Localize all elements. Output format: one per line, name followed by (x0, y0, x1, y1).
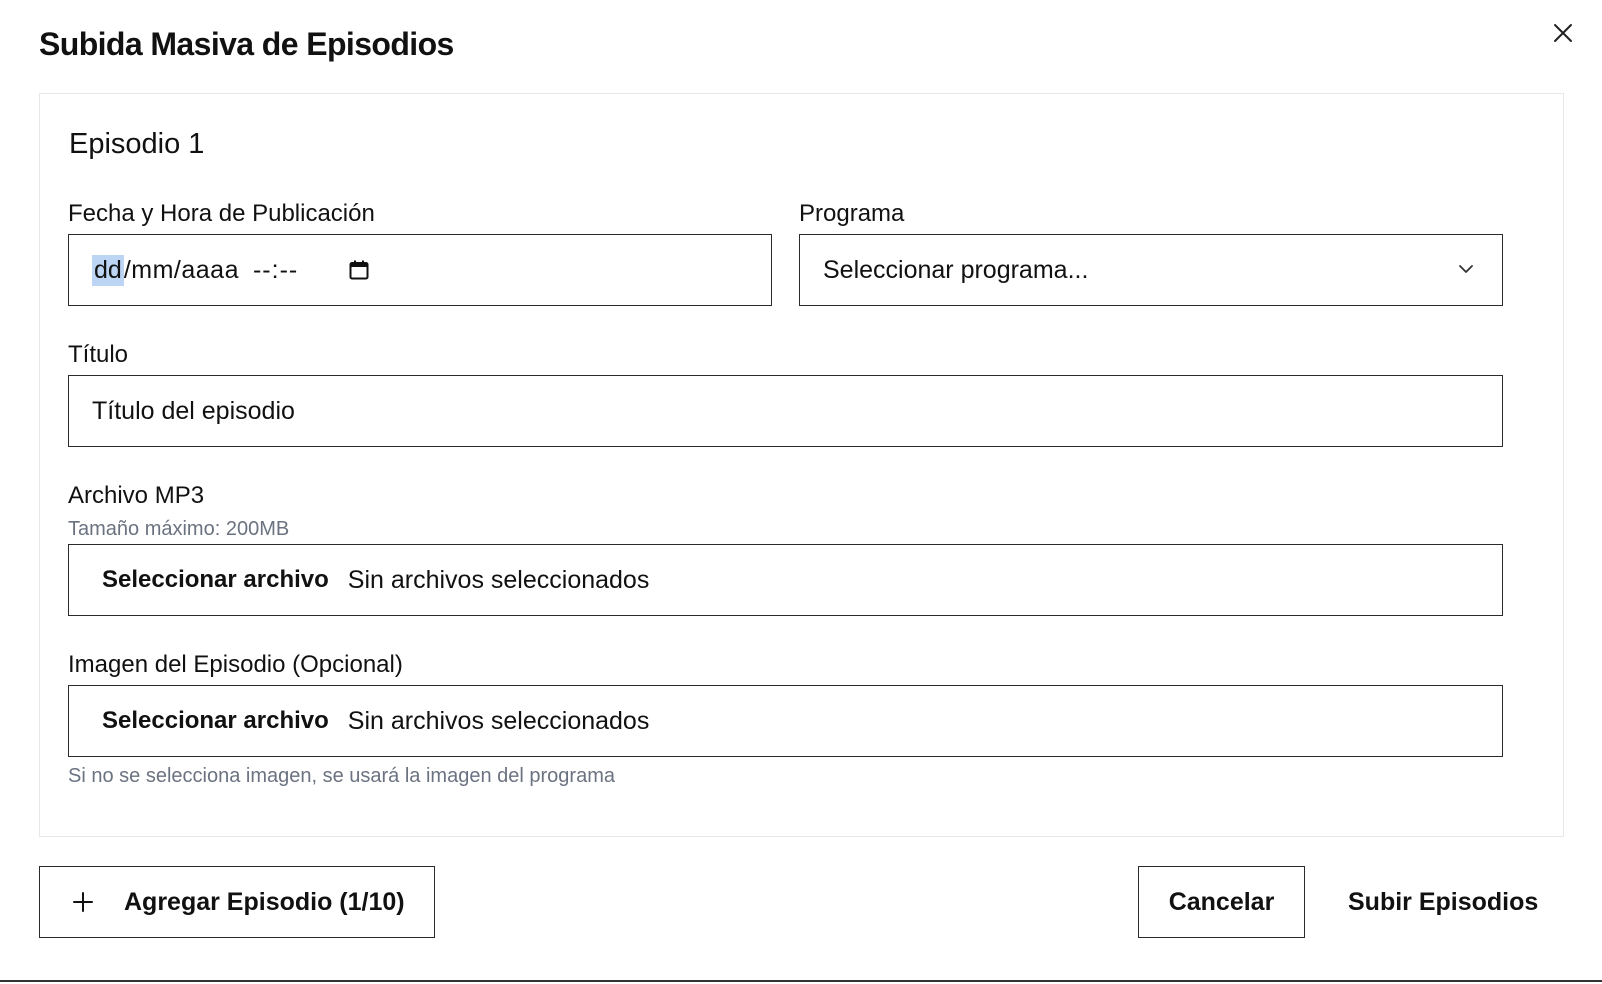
plus-icon (72, 891, 94, 913)
mp3-file-input[interactable]: Seleccionar archivo Sin archivos selecci… (68, 544, 1503, 616)
mp3-select-file-button[interactable]: Seleccionar archivo (102, 566, 329, 594)
time-segment[interactable]: --:-- (253, 256, 298, 285)
calendar-icon[interactable] (348, 259, 370, 281)
bulk-upload-dialog: Subida Masiva de Episodios Episodio 1 Fe… (0, 0, 1602, 982)
title-input-placeholder: Título del episodio (92, 396, 295, 425)
episode-heading: Episodio 1 (69, 128, 205, 160)
close-icon (1552, 22, 1574, 44)
mp3-file-status: Sin archivos seleccionados (347, 565, 650, 594)
dialog-title: Subida Masiva de Episodios (39, 26, 454, 62)
program-selected-value: Seleccionar programa... (823, 255, 1089, 284)
title-input[interactable]: Título del episodio (68, 375, 1503, 447)
add-episode-label: Agregar Episodio (1/10) (124, 887, 405, 916)
program-label: Programa (799, 200, 905, 227)
date-rest-segment[interactable]: /mm/aaaa (124, 256, 239, 285)
image-file-status: Sin archivos seleccionados (347, 706, 650, 735)
cancel-label: Cancelar (1168, 887, 1275, 916)
title-label: Título (68, 341, 129, 368)
submit-episodes-button[interactable]: Subir Episodios (1348, 866, 1538, 938)
image-file-input[interactable]: Seleccionar archivo Sin archivos selecci… (68, 685, 1503, 757)
add-episode-button[interactable]: Agregar Episodio (1/10) (39, 866, 435, 938)
mp3-size-hint: Tamaño máximo: 200MB (68, 518, 290, 540)
episode-card: Episodio 1 Fecha y Hora de Publicación d… (39, 93, 1564, 837)
image-select-file-button[interactable]: Seleccionar archivo (102, 707, 329, 735)
image-file-label: Imagen del Episodio (Opcional) (68, 651, 403, 678)
program-select[interactable]: Seleccionar programa... (799, 234, 1503, 306)
date-day-segment[interactable]: dd (92, 254, 124, 286)
publish-datetime-input[interactable]: dd/mm/aaaa --:-- (68, 234, 772, 306)
chevron-down-icon (1456, 259, 1476, 279)
close-button[interactable] (1548, 18, 1578, 48)
submit-label: Subir Episodios (1348, 887, 1539, 916)
publish-date-label: Fecha y Hora de Publicación (68, 200, 375, 227)
cancel-button[interactable]: Cancelar (1138, 866, 1305, 938)
image-fallback-hint: Si no se selecciona imagen, se usará la … (68, 765, 615, 787)
mp3-file-label: Archivo MP3 (68, 482, 205, 509)
